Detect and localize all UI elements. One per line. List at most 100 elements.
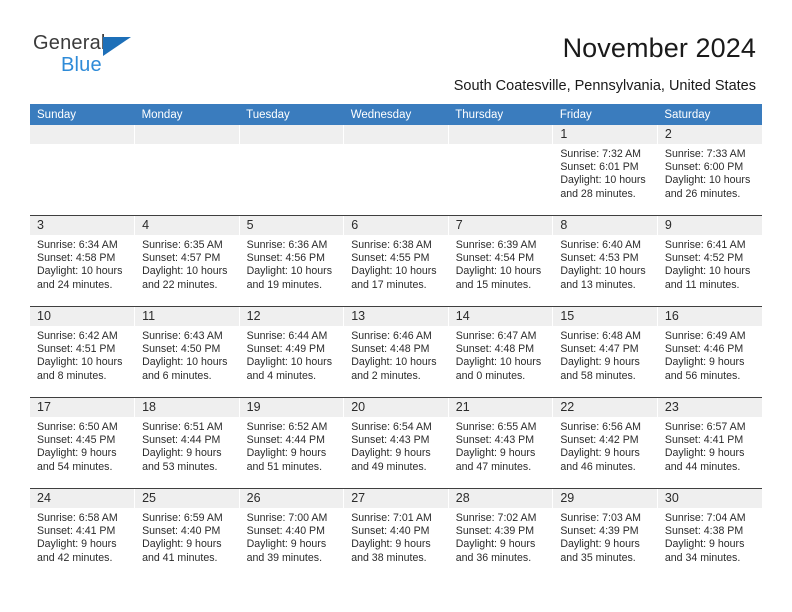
calendar-day-cell[interactable]: 12 Sunrise: 6:44 AM Sunset: 4:49 PM Dayligh… bbox=[239, 306, 345, 398]
sunset-time: Sunset: 4:54 PM bbox=[455, 252, 535, 265]
day-number: 14 bbox=[448, 307, 554, 326]
calendar-day-cell[interactable]: 6 Sunrise: 6:38 AM Sunset: 4:55 PM Daylight… bbox=[343, 215, 449, 307]
calendar-day-cell[interactable]: 27 Sunrise: 7:01 AM Sunset: 4:40 PM Dayligh… bbox=[343, 488, 449, 579]
day-details: Sunrise: 6:51 AM Sunset: 4:44 PM Daylight:… bbox=[135, 417, 239, 474]
day-details: Sunrise: 7:33 AM Sunset: 6:00 PM Daylight:… bbox=[658, 144, 762, 201]
daylight-duration-line1: Daylight: 9 hours bbox=[455, 538, 536, 551]
sunrise-time: Sunrise: 6:47 AM bbox=[455, 330, 537, 342]
daylight-duration-line1: Daylight: 9 hours bbox=[664, 538, 745, 551]
calendar-day-cell[interactable]: 8 Sunrise: 6:40 AM Sunset: 4:53 PM Daylight… bbox=[552, 215, 658, 307]
day-number: 5 bbox=[239, 216, 345, 235]
calendar-day-cell[interactable]: 4 Sunrise: 6:35 AM Sunset: 4:57 PM Daylight… bbox=[134, 215, 240, 307]
weekday-header-sunday: Sunday bbox=[30, 104, 135, 125]
sunrise-time: Sunrise: 6:49 AM bbox=[664, 330, 746, 342]
day-details: Sunrise: 6:43 AM Sunset: 4:50 PM Daylight:… bbox=[135, 326, 239, 383]
calendar-week-row: 24 Sunrise: 6:58 AM Sunset: 4:41 PM Dayligh… bbox=[30, 488, 763, 579]
calendar-day-cell[interactable]: 2 Sunrise: 7:33 AM Sunset: 6:00 PM Daylight… bbox=[657, 125, 763, 216]
calendar-day-cell[interactable]: 23 Sunrise: 6:57 AM Sunset: 4:41 PM Dayligh… bbox=[657, 397, 763, 489]
day-details: Sunrise: 6:47 AM Sunset: 4:48 PM Daylight:… bbox=[449, 326, 553, 383]
sunrise-time: Sunrise: 7:02 AM bbox=[455, 512, 537, 524]
daylight-duration-line2: and 15 minutes. bbox=[455, 278, 532, 291]
day-details: Sunrise: 6:57 AM Sunset: 4:41 PM Daylight:… bbox=[658, 417, 762, 474]
calendar-day-cell[interactable]: 18 Sunrise: 6:51 AM Sunset: 4:44 PM Dayligh… bbox=[134, 397, 240, 489]
day-number: 6 bbox=[344, 216, 449, 235]
day-number: 28 bbox=[448, 489, 554, 508]
calendar-page: General Blue November 2024 South Coatesv… bbox=[0, 0, 792, 612]
sunset-time: Sunset: 4:48 PM bbox=[351, 343, 430, 356]
day-number: 1 bbox=[553, 125, 658, 144]
calendar-day-cell[interactable]: 16 Sunrise: 6:49 AM Sunset: 4:46 PM Dayligh… bbox=[657, 306, 763, 398]
calendar-day-cell[interactable]: 1 Sunrise: 7:32 AM Sunset: 6:01 PM Daylight… bbox=[552, 125, 658, 216]
calendar-day-cell[interactable]: 25 Sunrise: 6:59 AM Sunset: 4:40 PM Dayligh… bbox=[134, 488, 240, 579]
daylight-duration-line2: and 0 minutes. bbox=[455, 369, 526, 382]
day-number bbox=[239, 125, 345, 144]
sunset-time: Sunset: 4:41 PM bbox=[664, 434, 744, 447]
day-details: Sunrise: 6:39 AM Sunset: 4:54 PM Daylight:… bbox=[449, 235, 553, 292]
day-details: Sunrise: 6:40 AM Sunset: 4:53 PM Daylight:… bbox=[553, 235, 657, 292]
calendar-day-cell[interactable]: 20 Sunrise: 6:54 AM Sunset: 4:43 PM Dayligh… bbox=[343, 397, 449, 489]
day-details: Sunrise: 7:00 AM Sunset: 4:40 PM Daylight:… bbox=[240, 508, 344, 565]
daylight-duration-line2: and 24 minutes. bbox=[37, 278, 113, 291]
calendar-day-cell[interactable]: 22 Sunrise: 6:56 AM Sunset: 4:42 PM Dayligh… bbox=[552, 397, 658, 489]
calendar-day-cell[interactable]: 13 Sunrise: 6:46 AM Sunset: 4:48 PM Dayligh… bbox=[343, 306, 449, 398]
calendar-day-cell-empty bbox=[448, 125, 554, 216]
daylight-duration-line2: and 36 minutes. bbox=[455, 551, 532, 564]
daylight-duration-line2: and 42 minutes. bbox=[37, 551, 113, 564]
day-details: Sunrise: 6:46 AM Sunset: 4:48 PM Daylight:… bbox=[344, 326, 448, 383]
daylight-duration-line1: Daylight: 10 hours bbox=[560, 174, 646, 187]
sunset-time: Sunset: 4:47 PM bbox=[560, 343, 639, 356]
daylight-duration-line1: Daylight: 10 hours bbox=[246, 265, 333, 278]
daylight-duration-line2: and 26 minutes. bbox=[664, 187, 741, 200]
day-number: 22 bbox=[553, 398, 658, 417]
daylight-duration-line2: and 6 minutes. bbox=[142, 369, 212, 382]
logo-text-general: General bbox=[33, 32, 106, 54]
page-header: General Blue November 2024 South Coatesv… bbox=[0, 0, 792, 104]
calendar-day-cell[interactable]: 10 Sunrise: 6:42 AM Sunset: 4:51 PM Dayligh… bbox=[30, 306, 136, 398]
daylight-duration-line1: Daylight: 10 hours bbox=[142, 265, 228, 278]
calendar-day-cell[interactable]: 29 Sunrise: 7:03 AM Sunset: 4:39 PM Dayligh… bbox=[552, 488, 658, 579]
daylight-duration-line1: Daylight: 9 hours bbox=[246, 538, 327, 551]
calendar-day-cell[interactable]: 7 Sunrise: 6:39 AM Sunset: 4:54 PM Daylight… bbox=[448, 215, 554, 307]
day-number: 26 bbox=[239, 489, 345, 508]
sunrise-time: Sunrise: 6:46 AM bbox=[351, 330, 432, 342]
general-blue-logo[interactable]: General Blue bbox=[33, 32, 153, 78]
calendar-day-cell[interactable]: 26 Sunrise: 7:00 AM Sunset: 4:40 PM Dayligh… bbox=[239, 488, 345, 579]
sunset-time: Sunset: 4:43 PM bbox=[351, 434, 430, 447]
daylight-duration-line1: Daylight: 9 hours bbox=[351, 538, 431, 551]
calendar-day-cell[interactable]: 9 Sunrise: 6:41 AM Sunset: 4:52 PM Daylight… bbox=[657, 215, 763, 307]
calendar-day-cell[interactable]: 28 Sunrise: 7:02 AM Sunset: 4:39 PM Dayligh… bbox=[448, 488, 554, 579]
daylight-duration-line2: and 44 minutes. bbox=[664, 460, 741, 473]
calendar-day-cell[interactable]: 15 Sunrise: 6:48 AM Sunset: 4:47 PM Dayligh… bbox=[552, 306, 658, 398]
calendar-day-cell[interactable]: 3 Sunrise: 6:34 AM Sunset: 4:58 PM Daylight… bbox=[30, 215, 136, 307]
sunrise-time: Sunrise: 6:34 AM bbox=[37, 239, 118, 251]
sunset-time: Sunset: 4:46 PM bbox=[664, 343, 744, 356]
daylight-duration-line1: Daylight: 9 hours bbox=[560, 447, 640, 460]
daylight-duration-line2: and 34 minutes. bbox=[664, 551, 741, 564]
daylight-duration-line2: and 8 minutes. bbox=[37, 369, 107, 382]
day-details: Sunrise: 7:01 AM Sunset: 4:40 PM Daylight:… bbox=[344, 508, 448, 565]
daylight-duration-line1: Daylight: 10 hours bbox=[351, 356, 437, 369]
daylight-duration-line2: and 17 minutes. bbox=[351, 278, 427, 291]
weekday-header-friday: Friday bbox=[552, 104, 658, 125]
sunrise-time: Sunrise: 6:36 AM bbox=[246, 239, 328, 251]
calendar-day-cell[interactable]: 17 Sunrise: 6:50 AM Sunset: 4:45 PM Dayligh… bbox=[30, 397, 136, 489]
sunset-time: Sunset: 4:50 PM bbox=[142, 343, 221, 356]
sunrise-time: Sunrise: 6:44 AM bbox=[246, 330, 328, 342]
day-number: 15 bbox=[553, 307, 658, 326]
calendar-day-cell[interactable]: 14 Sunrise: 6:47 AM Sunset: 4:48 PM Dayligh… bbox=[448, 306, 554, 398]
sunset-time: Sunset: 4:39 PM bbox=[560, 525, 639, 538]
calendar-day-cell[interactable]: 21 Sunrise: 6:55 AM Sunset: 4:43 PM Dayligh… bbox=[448, 397, 554, 489]
day-details: Sunrise: 6:56 AM Sunset: 4:42 PM Daylight:… bbox=[553, 417, 657, 474]
calendar-day-cell[interactable]: 11 Sunrise: 6:43 AM Sunset: 4:50 PM Dayligh… bbox=[134, 306, 240, 398]
sunrise-time: Sunrise: 6:48 AM bbox=[560, 330, 641, 342]
daylight-duration-line2: and 22 minutes. bbox=[142, 278, 218, 291]
calendar-day-cell[interactable]: 30 Sunrise: 7:04 AM Sunset: 4:38 PM Dayligh… bbox=[657, 488, 763, 579]
calendar-day-cell[interactable]: 19 Sunrise: 6:52 AM Sunset: 4:44 PM Dayligh… bbox=[239, 397, 345, 489]
calendar-day-cell[interactable]: 24 Sunrise: 6:58 AM Sunset: 4:41 PM Dayligh… bbox=[30, 488, 136, 579]
day-details: Sunrise: 6:55 AM Sunset: 4:43 PM Daylight:… bbox=[449, 417, 553, 474]
sunrise-sunset-calendar: Sunday Monday Tuesday Wednesday Thursday… bbox=[30, 104, 763, 579]
daylight-duration-line2: and 19 minutes. bbox=[246, 278, 323, 291]
calendar-day-cell[interactable]: 5 Sunrise: 6:36 AM Sunset: 4:56 PM Daylight… bbox=[239, 215, 345, 307]
daylight-duration-line2: and 13 minutes. bbox=[560, 278, 636, 291]
day-number: 16 bbox=[657, 307, 763, 326]
